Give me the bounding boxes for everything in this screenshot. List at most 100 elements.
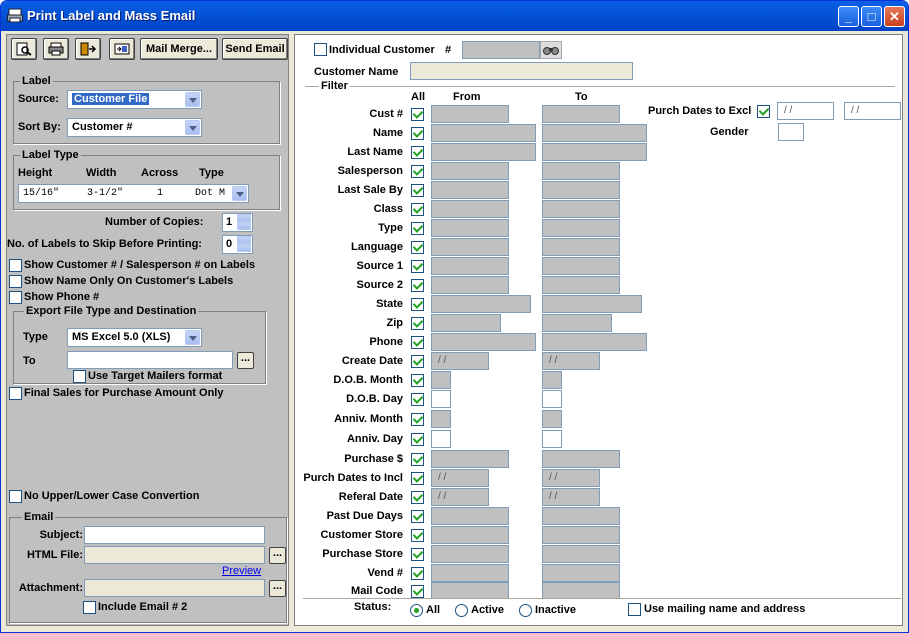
row-from-input[interactable] [431,162,509,180]
row-from-input[interactable] [431,200,509,218]
binoculars-search-button[interactable] [540,41,562,59]
row-from-input[interactable] [431,143,536,161]
row-to-input[interactable]: / / [542,488,600,506]
row-to-input[interactable] [542,238,620,256]
row-checkbox[interactable] [411,548,424,561]
row-to-input[interactable] [542,545,620,563]
export-type-select[interactable]: MS Excel 5.0 (XLS) [67,328,202,347]
status-inactive-radio[interactable] [519,604,532,617]
row-to-input[interactable] [542,124,647,142]
preview-link[interactable]: Preview [222,565,261,577]
attachment-input[interactable] [84,579,265,597]
row-to-input[interactable] [542,410,562,428]
minimize-button[interactable]: _ [838,6,859,27]
row-from-input[interactable] [431,333,536,351]
row-from-input[interactable] [431,257,509,275]
row-checkbox[interactable] [411,413,424,426]
row-checkbox[interactable] [411,336,424,349]
row-from-input[interactable] [431,276,509,294]
html-file-input[interactable] [84,546,265,564]
row-from-input[interactable] [431,295,531,313]
row-from-input[interactable] [431,181,509,199]
row-checkbox[interactable] [411,355,424,368]
row-to-input[interactable] [542,200,620,218]
row-checkbox[interactable] [411,165,424,178]
excl-from-input[interactable]: / / [777,102,834,120]
no-case-checkbox[interactable] [9,490,22,503]
row-checkbox[interactable] [411,222,424,235]
mail-merge-button[interactable]: Mail Merge... [140,38,218,60]
send-email-button[interactable]: Send Email [222,38,288,60]
spin-up-icon[interactable] [237,214,251,222]
row-from-input[interactable] [431,371,451,389]
export-button[interactable] [109,38,135,60]
individual-customer-checkbox[interactable] [314,43,327,56]
row-to-input[interactable] [542,390,562,408]
row-from-input[interactable] [431,410,451,428]
row-to-input[interactable] [542,450,620,468]
title-bar[interactable]: Print Label and Mass Email _ □ ✕ [1,1,908,31]
row-checkbox[interactable] [411,529,424,542]
row-from-input[interactable]: / / [431,352,489,370]
row-checkbox[interactable] [411,433,424,446]
row-from-input[interactable]: / / [431,488,489,506]
row-checkbox[interactable] [411,108,424,121]
row-checkbox[interactable] [411,374,424,387]
row-checkbox[interactable] [411,184,424,197]
row-to-input[interactable] [542,507,620,525]
row-to-input[interactable] [542,219,620,237]
row-checkbox[interactable] [411,146,424,159]
row-from-input[interactable] [431,507,509,525]
row-checkbox[interactable] [411,203,424,216]
print-preview-button[interactable] [11,38,37,60]
show-phone-checkbox[interactable] [9,291,22,304]
row-to-input[interactable] [542,371,562,389]
copies-spinner[interactable]: 1 [222,213,253,232]
row-from-input[interactable] [431,105,509,123]
sortby-select[interactable]: Customer # [67,118,202,137]
status-active-radio[interactable] [455,604,468,617]
excl-checkbox[interactable] [757,105,770,118]
row-from-input[interactable] [431,390,451,408]
spin-up-icon[interactable] [237,236,251,244]
row-to-input[interactable] [542,162,620,180]
label-type-select[interactable]: 15/16" 3-1/2" 1 Dot M [18,184,249,203]
spin-down-icon[interactable] [237,222,251,230]
row-from-input[interactable] [431,526,509,544]
row-checkbox[interactable] [411,567,424,580]
row-checkbox[interactable] [411,298,424,311]
row-to-input[interactable] [542,295,642,313]
row-checkbox[interactable] [411,585,424,598]
row-to-input[interactable]: / / [542,352,600,370]
row-checkbox[interactable] [411,491,424,504]
spin-down-icon[interactable] [237,244,251,252]
row-from-input[interactable] [431,430,451,448]
maximize-button[interactable]: □ [861,6,882,27]
row-to-input[interactable] [542,105,620,123]
exit-button[interactable] [75,38,101,60]
export-to-input[interactable] [67,351,233,369]
mailing-name-checkbox[interactable] [628,603,641,616]
show-name-checkbox[interactable] [9,275,22,288]
row-to-input[interactable]: / / [542,469,600,487]
skip-spinner[interactable]: 0 [222,235,253,254]
row-to-input[interactable] [542,430,562,448]
final-sales-checkbox[interactable] [9,387,22,400]
status-all-radio[interactable] [410,604,423,617]
row-to-input[interactable] [542,276,620,294]
row-checkbox[interactable] [411,510,424,523]
show-cust-checkbox[interactable] [9,259,22,272]
print-button[interactable] [43,38,69,60]
row-checkbox[interactable] [411,260,424,273]
row-from-input[interactable] [431,450,509,468]
target-mailers-checkbox[interactable] [73,370,86,383]
row-from-input[interactable] [431,124,536,142]
export-browse-button[interactable]: ... [237,352,254,369]
subject-input[interactable] [84,526,265,544]
row-to-input[interactable] [542,314,612,332]
row-checkbox[interactable] [411,279,424,292]
include-email2-checkbox[interactable] [83,601,96,614]
close-button[interactable]: ✕ [884,6,905,27]
customer-name-input[interactable] [410,62,633,80]
row-to-input[interactable] [542,564,620,582]
